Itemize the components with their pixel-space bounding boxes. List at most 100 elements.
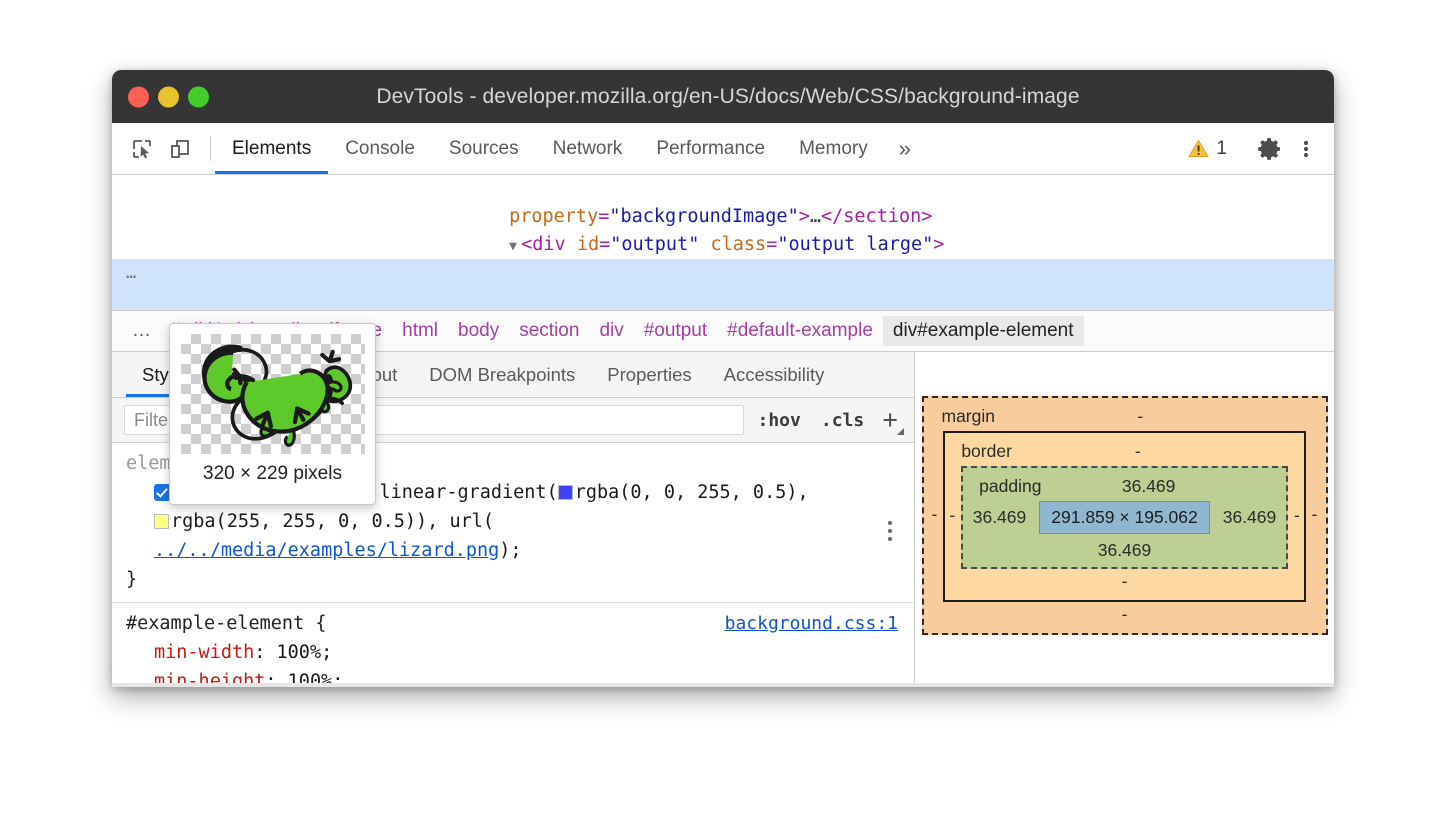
border-left-value[interactable]: - xyxy=(945,462,959,569)
box-model-pane: margin - - border - - xyxy=(915,352,1334,687)
breadcrumb-overflow[interactable]: … xyxy=(124,316,160,346)
color-swatch-blue[interactable] xyxy=(558,485,573,500)
breadcrumb-item-output[interactable]: #output xyxy=(634,316,717,346)
breadcrumb-item-body[interactable]: body xyxy=(448,316,509,346)
kebab-dot xyxy=(888,529,892,533)
box-model-content-row: 36.469 291.859 × 195.062 36.469 xyxy=(963,497,1286,540)
rule-example-element[interactable]: #example-element { background.css:1 min-… xyxy=(112,603,914,687)
warning-triangle-icon xyxy=(1188,139,1209,158)
pane-tab-dom-breakpoints-label: DOM Breakpoints xyxy=(429,364,575,386)
toolbar-left-icons xyxy=(112,123,206,174)
tab-console[interactable]: Console xyxy=(328,123,432,174)
box-model-padding[interactable]: padding 36.469 36.469 291.859 × 195.062 … xyxy=(961,466,1288,569)
minimize-button[interactable] xyxy=(158,86,179,107)
tab-memory-label: Memory xyxy=(799,138,868,160)
border-right-value[interactable]: - xyxy=(1290,462,1304,569)
lizard-icon xyxy=(181,334,365,454)
hov-toggle-button[interactable]: :hov xyxy=(752,410,807,431)
pane-tab-properties[interactable]: Properties xyxy=(591,352,707,397)
lizard-image-preview xyxy=(181,334,365,454)
margin-bottom-value[interactable]: - xyxy=(924,602,1326,633)
kebab-dot xyxy=(888,521,892,525)
breadcrumb-item-html[interactable]: html xyxy=(392,316,448,346)
breadcrumb-item-default-example[interactable]: #default-example xyxy=(717,316,883,346)
declaration-value-part-3: rgba(255, 255, 0, 0.5)), url( xyxy=(171,511,494,532)
padding-bottom-value[interactable]: 36.469 xyxy=(963,540,1286,567)
dom-row[interactable]: property="backgroundImage">…</section> xyxy=(112,175,1334,203)
tab-network-label: Network xyxy=(553,138,623,160)
new-style-rule-dropdown-icon[interactable] xyxy=(897,428,904,435)
tab-console-label: Console xyxy=(345,138,415,160)
devtools-toolbar: Elements Console Sources Network Perform… xyxy=(112,123,1334,175)
tab-performance[interactable]: Performance xyxy=(639,123,782,174)
pane-tab-dom-breakpoints[interactable]: DOM Breakpoints xyxy=(413,352,591,397)
margin-top-value[interactable]: - xyxy=(955,406,1326,427)
color-swatch-yellow[interactable] xyxy=(154,514,169,529)
toolbar-divider xyxy=(210,136,211,161)
padding-top-value[interactable]: 36.469 xyxy=(1011,476,1285,497)
more-tabs-button[interactable]: » xyxy=(885,123,925,174)
box-model-content[interactable]: 291.859 × 195.062 xyxy=(1039,501,1209,534)
box-model-border[interactable]: border - - padding 36.469 xyxy=(943,431,1305,602)
box-model-margin[interactable]: margin - - border - - xyxy=(922,396,1328,635)
dom-row[interactable]: ▼<section id="default-example"> xyxy=(112,231,1334,259)
device-toolbar-icon[interactable] xyxy=(164,133,196,165)
warning-count-chip[interactable]: 1 xyxy=(1178,138,1237,160)
margin-left-value[interactable]: - xyxy=(924,427,942,602)
declaration-name: min-width xyxy=(154,642,254,663)
image-url-link[interactable]: ../../media/examples/lizard.png xyxy=(154,540,499,561)
new-style-rule-button[interactable]: + xyxy=(878,407,904,434)
tab-sources-label: Sources xyxy=(449,138,519,160)
kebab-menu-icon[interactable] xyxy=(1290,133,1322,165)
tab-sources[interactable]: Sources xyxy=(432,123,536,174)
inspect-element-icon[interactable] xyxy=(126,133,158,165)
rule-selector-example-element[interactable]: #example-element { xyxy=(126,609,326,638)
dom-row-selected[interactable]: … <div id="example-element" style="backg… xyxy=(112,259,1334,310)
maximize-button[interactable] xyxy=(188,86,209,107)
declaration-value-part-1: linear-gradient( xyxy=(380,482,558,503)
window-controls xyxy=(128,86,209,107)
border-bottom-value[interactable]: - xyxy=(945,569,1303,600)
image-preview-caption: 320 × 229 pixels xyxy=(203,463,342,485)
breadcrumb-item-div-2[interactable]: div xyxy=(589,316,633,346)
rule-selector-row: #example-element { background.css:1 xyxy=(112,609,914,638)
padding-left-value[interactable]: 36.469 xyxy=(973,507,1027,528)
rule-source-link[interactable]: background.css:1 xyxy=(725,609,898,638)
screenshot-root: DevTools - developer.mozilla.org/en-US/d… xyxy=(0,0,1446,832)
kebab-dot xyxy=(888,537,892,541)
close-button[interactable] xyxy=(128,86,149,107)
pane-tab-accessibility-label: Accessibility xyxy=(724,364,825,386)
box-model-wrap: margin - - border - - xyxy=(915,352,1334,635)
declaration-value-terminator: ); xyxy=(499,540,521,561)
warning-count: 1 xyxy=(1216,138,1227,160)
dom-row[interactable]: ▼<div id="output" class="output large"> xyxy=(112,203,1334,231)
pane-tab-accessibility[interactable]: Accessibility xyxy=(708,352,841,397)
image-preview-tooltip: 320 × 229 pixels xyxy=(169,323,376,505)
gear-icon[interactable] xyxy=(1254,133,1286,165)
border-top-value[interactable]: - xyxy=(972,441,1304,462)
declaration-sep: : xyxy=(254,642,276,663)
cls-toggle-button[interactable]: .cls xyxy=(815,410,870,431)
declaration-min-width[interactable]: min-width: 100%; xyxy=(112,638,914,667)
tab-elements-label: Elements xyxy=(232,138,311,160)
rule-close-element-style: } xyxy=(112,565,914,594)
toolbar-right-icons: 1 xyxy=(1178,123,1334,174)
rule-kebab-menu-icon[interactable] xyxy=(888,521,892,541)
padding-right-value[interactable]: 36.469 xyxy=(1223,507,1277,528)
tab-memory[interactable]: Memory xyxy=(782,123,885,174)
pane-tab-properties-label: Properties xyxy=(607,364,691,386)
margin-right-value[interactable]: - xyxy=(1308,427,1326,602)
tab-elements[interactable]: Elements xyxy=(215,123,328,174)
declaration-value: 100%; xyxy=(277,642,333,663)
declaration-value-part-2: rgba(0, 0, 255, 0.5), xyxy=(575,482,809,503)
breadcrumb-item-example-element[interactable]: div#example-element xyxy=(883,316,1084,346)
dom-tree-panel[interactable]: property="backgroundImage">…</section> ▼… xyxy=(112,175,1334,310)
window-titlebar: DevTools - developer.mozilla.org/en-US/d… xyxy=(112,70,1334,123)
dom-row-ellipsis[interactable]: … xyxy=(126,259,137,287)
filter-placeholder: Filter xyxy=(134,410,174,431)
new-style-rule-label: + xyxy=(882,405,898,435)
tab-network[interactable]: Network xyxy=(536,123,640,174)
breadcrumb-item-section[interactable]: section xyxy=(509,316,589,346)
tab-performance-label: Performance xyxy=(656,138,765,160)
window-bottom-edge xyxy=(112,683,1334,687)
